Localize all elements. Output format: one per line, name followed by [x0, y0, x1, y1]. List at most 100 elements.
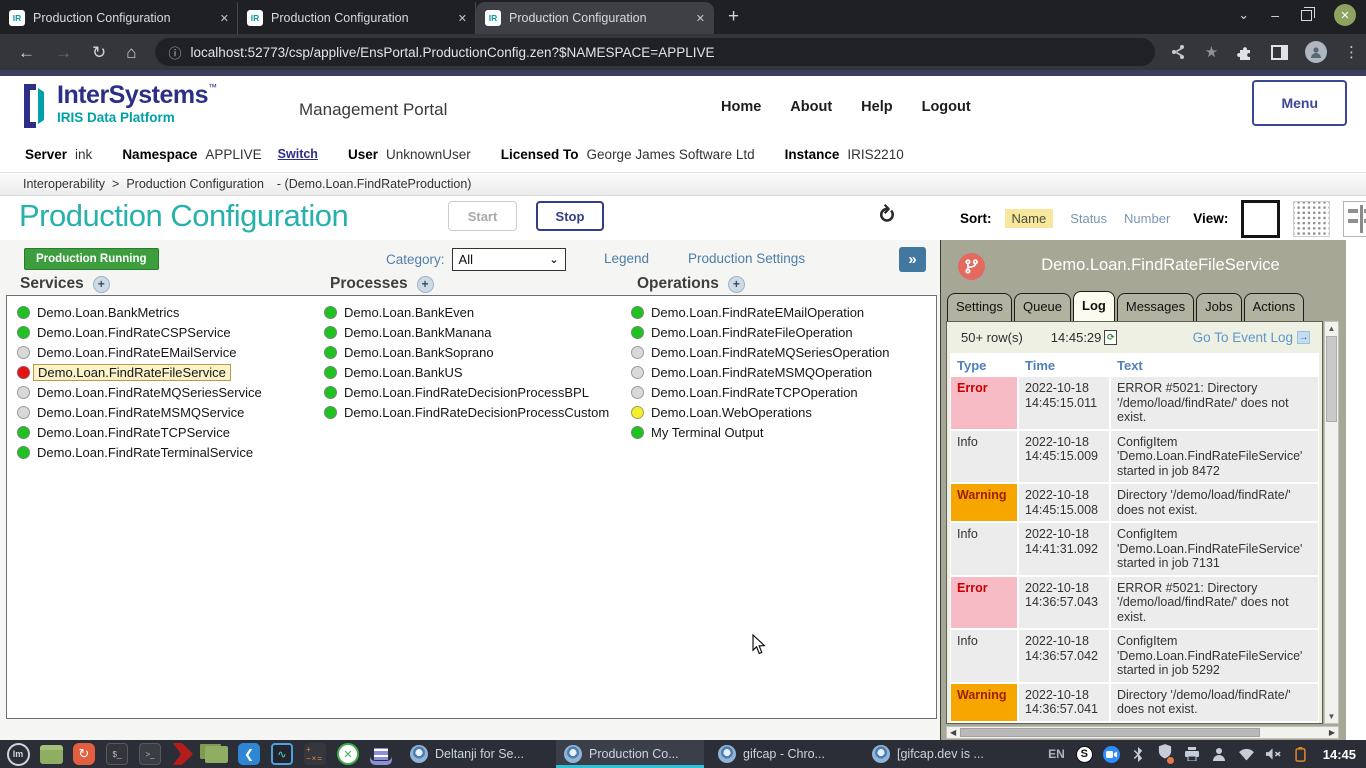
taskbar-window-button[interactable]: [gifcap.dev is ... — [864, 740, 1012, 768]
profile-avatar-icon[interactable] — [1305, 41, 1327, 63]
tab-close-icon[interactable]: ✕ — [696, 12, 705, 25]
scroll-right-icon[interactable]: ▶ — [1329, 727, 1335, 739]
browser-menu-icon[interactable]: ⋮ — [1343, 43, 1361, 61]
config-item[interactable]: Demo.Loan.FindRateTCPOperation — [629, 382, 934, 402]
address-bar[interactable]: ⓘ localhost:52773/csp/applive/EnsPortal.… — [155, 38, 1155, 66]
grid-view-button[interactable] — [1293, 201, 1330, 237]
browser-tab[interactable]: IRProduction Configuration✕ — [0, 2, 238, 34]
scroll-left-icon[interactable]: ◀ — [950, 727, 956, 739]
folder-icon[interactable] — [204, 742, 228, 766]
config-item[interactable]: Demo.Loan.FindRateTCPService — [15, 422, 315, 442]
tab-close-icon[interactable]: ✕ — [458, 12, 467, 25]
expand-panel-button[interactable]: » — [899, 247, 926, 272]
go-to-event-log-link[interactable]: Go To Event Log → — [1193, 330, 1310, 345]
horizontal-scroll-thumb[interactable] — [960, 728, 1260, 737]
file-manager-icon[interactable] — [39, 742, 63, 766]
skype-icon[interactable]: S — [1076, 746, 1093, 763]
terminal-prompt-icon[interactable]: >_ — [138, 742, 162, 766]
config-item[interactable]: Demo.Loan.FindRateMQSeriesService — [15, 382, 315, 402]
log-row[interactable]: Warning2022-10-18 14:36:57.041Directory … — [951, 684, 1318, 721]
log-row[interactable]: Error2022-10-18ERROR #5021: Directory — [951, 723, 1318, 725]
close-window-icon[interactable]: ✕ — [1334, 4, 1356, 26]
production-settings-link[interactable]: Production Settings — [688, 251, 805, 266]
battery-icon[interactable] — [1292, 746, 1309, 763]
side-panel-icon[interactable] — [1271, 43, 1289, 61]
nav-link-logout[interactable]: Logout — [922, 99, 971, 115]
config-item[interactable]: Demo.Loan.FindRateEMailService — [15, 342, 315, 362]
stop-button[interactable]: Stop — [536, 201, 604, 231]
config-item[interactable]: Demo.Loan.BankMetrics — [15, 302, 315, 322]
log-row[interactable]: Info2022-10-18 14:45:15.009ConfigItem 'D… — [951, 431, 1318, 483]
share-icon[interactable] — [1169, 43, 1187, 61]
config-item[interactable]: Demo.Loan.FindRateFileService — [15, 362, 315, 382]
vscode-icon[interactable]: ❮ — [237, 742, 261, 766]
add-service-icon[interactable]: + — [93, 276, 110, 293]
legend-link[interactable]: Legend — [604, 251, 649, 266]
back-icon[interactable]: ← — [18, 44, 35, 61]
start-button[interactable]: Start — [448, 201, 517, 231]
config-item[interactable]: Demo.Loan.WebOperations — [629, 402, 934, 422]
log-row[interactable]: Error2022-10-18 14:45:15.011ERROR #5021:… — [951, 377, 1318, 429]
namespace-switch-link[interactable]: Switch — [278, 147, 318, 161]
minimize-icon[interactable]: – — [1271, 7, 1279, 23]
purple-notes-icon[interactable] — [369, 742, 393, 766]
nav-link-home[interactable]: Home — [721, 99, 761, 115]
shield-icon[interactable] — [1157, 746, 1174, 763]
config-item[interactable]: Demo.Loan.FindRateMSMQOperation — [629, 362, 934, 382]
refresh-page-icon[interactable]: ⟳ — [875, 204, 901, 222]
log-refresh-icon[interactable]: ⟳ — [1104, 330, 1117, 345]
log-row[interactable]: Warning2022-10-18 14:45:15.008Directory … — [951, 484, 1318, 521]
taskbar-window-button[interactable]: gifcap - Chro... — [710, 740, 858, 768]
tab-log[interactable]: Log — [1073, 291, 1115, 321]
sort-option-number[interactable]: Number — [1124, 211, 1170, 226]
log-row[interactable]: Info2022-10-18 14:41:31.092ConfigItem 'D… — [951, 523, 1318, 575]
green-x-app-icon[interactable]: ✕ — [336, 742, 360, 766]
config-item[interactable]: Demo.Loan.BankUS — [322, 362, 622, 382]
tab-close-icon[interactable]: ✕ — [220, 12, 229, 25]
system-monitor-icon[interactable]: ∿ — [270, 742, 294, 766]
home-icon[interactable]: ⌂ — [126, 44, 136, 61]
browser-tab[interactable]: IRProduction Configuration✕ — [476, 2, 714, 34]
vertical-scrollbar[interactable]: ▲ ▼ — [1324, 321, 1339, 724]
horizontal-scrollbar[interactable]: ◀ ▶ — [946, 726, 1339, 739]
config-item[interactable]: Demo.Loan.FindRateDecisionProcessBPL — [322, 382, 622, 402]
menu-button[interactable]: Menu — [1252, 80, 1347, 126]
wifi-icon[interactable] — [1238, 746, 1255, 763]
language-indicator[interactable]: EN — [1048, 747, 1065, 761]
reload-icon[interactable]: ↻ — [92, 44, 106, 61]
add-operation-icon[interactable]: + — [728, 276, 745, 293]
config-item[interactable]: Demo.Loan.FindRateFileOperation — [629, 322, 934, 342]
tab-search-chevron-icon[interactable]: ⌄ — [1238, 7, 1249, 23]
config-item[interactable]: Demo.Loan.FindRateMQSeriesOperation — [629, 342, 934, 362]
config-item[interactable]: Demo.Loan.BankEven — [322, 302, 622, 322]
breadcrumb-root[interactable]: Interoperability — [23, 177, 105, 191]
tab-settings[interactable]: Settings — [947, 293, 1012, 321]
config-item[interactable]: Demo.Loan.FindRateTerminalService — [15, 442, 315, 462]
config-item[interactable]: Demo.Loan.FindRateCSPService — [15, 322, 315, 342]
sort-option-status[interactable]: Status — [1070, 211, 1107, 226]
mint-menu-icon[interactable]: lm — [6, 742, 30, 766]
log-row[interactable]: Error2022-10-18 14:36:57.043ERROR #5021:… — [951, 577, 1318, 629]
bookmark-star-icon[interactable]: ★ — [1203, 43, 1221, 61]
split-view-button[interactable] — [1343, 201, 1366, 237]
config-item[interactable]: Demo.Loan.FindRateMSMQService — [15, 402, 315, 422]
restore-icon[interactable] — [1301, 10, 1312, 21]
add-process-icon[interactable]: + — [417, 276, 434, 293]
site-info-icon[interactable]: ⓘ — [169, 43, 182, 62]
vertical-scroll-thumb[interactable] — [1326, 336, 1337, 422]
orange-app-icon[interactable]: ↻ — [72, 742, 96, 766]
log-col-time[interactable]: Time — [1019, 358, 1109, 373]
bluetooth-icon[interactable] — [1130, 746, 1147, 763]
volume-muted-icon[interactable] — [1265, 746, 1282, 763]
extensions-puzzle-icon[interactable] — [1237, 43, 1255, 61]
log-row[interactable]: Info2022-10-18 14:36:57.042ConfigItem 'D… — [951, 630, 1318, 682]
list-view-button[interactable] — [1241, 200, 1280, 238]
category-select[interactable]: All ⌄ — [452, 248, 566, 271]
tab-queue[interactable]: Queue — [1014, 293, 1071, 321]
config-item[interactable]: Demo.Loan.FindRateEMailOperation — [629, 302, 934, 322]
tab-jobs[interactable]: Jobs — [1196, 293, 1241, 321]
config-item[interactable]: Demo.Loan.FindRateDecisionProcessCustom — [322, 402, 622, 422]
nav-link-about[interactable]: About — [790, 99, 832, 115]
scroll-up-icon[interactable]: ▲ — [1325, 324, 1338, 333]
taskbar-window-button[interactable]: Production Co... — [556, 740, 704, 768]
